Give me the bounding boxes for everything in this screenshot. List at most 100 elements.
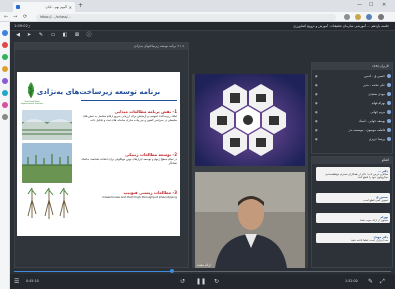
user-name: مریم جهانی	[370, 109, 385, 114]
reload-icon[interactable]: ⟳	[23, 13, 27, 21]
user-row[interactable]: ● حسین ق - ادمین	[315, 72, 391, 79]
sidebar-app-icon[interactable]	[2, 66, 8, 72]
presentation-header: 1 / 7 برنامه توسعه زیرساختهای به‌نژادی	[15, 43, 188, 50]
chat-pane: گفتگو دکتر ... سلام و عرض ادب؛ دکتر از ه…	[311, 156, 393, 268]
rewind-icon[interactable]: ↺	[180, 277, 185, 286]
mic-icon[interactable]: ●	[315, 137, 318, 141]
section-body: Greenhouse and field high-throughput phe…	[102, 195, 177, 199]
sidebar-app-icon[interactable]	[2, 30, 8, 36]
field-photo	[22, 143, 72, 183]
sidebar-app-icon[interactable]	[2, 54, 8, 60]
chat-text: صدا برقرار است لطفا ادامه دهید	[351, 237, 388, 242]
browser-sidebar	[0, 22, 10, 289]
camera-pane: ارائه دهنده	[192, 74, 308, 268]
user-name: مهدی سعیدی	[368, 91, 385, 96]
browser-tab[interactable]: آلبوم نهم - تابان ✕	[13, 2, 75, 12]
section-body: در تمام سطح ژنوم و توسعه ابزارهای نوین م…	[81, 157, 177, 165]
back-icon[interactable]: ←	[4, 13, 8, 21]
tab-title: آلبوم نهم - تابان	[45, 5, 67, 9]
chat-toggle-icon[interactable]: ☰	[14, 277, 19, 286]
avatar	[387, 136, 391, 141]
sidebar-app-icon[interactable]	[2, 90, 8, 96]
extension-icon[interactable]	[344, 14, 350, 20]
avatar	[387, 82, 391, 87]
tab-favicon-icon	[16, 5, 20, 9]
bookmark-icon[interactable]	[355, 14, 361, 20]
edit-icon[interactable]: ✎	[368, 277, 373, 286]
pointer-icon[interactable]: ➤	[25, 32, 33, 39]
chat-message: بهرام ممنون از ارائه خوب شما	[316, 213, 390, 224]
tab-close-icon[interactable]: ✕	[69, 5, 72, 10]
sidebar-app-icon[interactable]	[2, 78, 8, 84]
meeting-title: جلسه یازدهم ... آموزشی سازمان تحقیقات، آ…	[293, 24, 389, 28]
mic-icon[interactable]: ●	[315, 110, 318, 114]
maximize-button[interactable]: ☐	[369, 1, 373, 9]
url-field[interactable]: https://... /vclass/...	[36, 13, 336, 21]
mic-icon[interactable]: ●	[315, 74, 318, 78]
users-pane: کاربران (16) ● حسین ق - ادمین ● علی محمد -…	[311, 62, 393, 154]
fullscreen-icon[interactable]: ⤢	[380, 277, 385, 286]
forward-icon[interactable]: →	[13, 13, 17, 21]
user-row[interactable]: ● پریسا عزیزی	[315, 135, 391, 142]
seek-bar[interactable]	[14, 269, 391, 273]
chat-message: دکتر مهدی صدا برقرار است لطفا ادامه دهید	[316, 233, 390, 244]
url-text: https://... /vclass/...	[40, 15, 71, 19]
user-row[interactable]: ● مریم جهانی	[315, 108, 391, 115]
browser-addressbar: ← → ⟳ https://... /vclass/...	[0, 12, 395, 22]
chat-message: دکتر ... سلام و عرض ادب؛ دکتر از همکاران…	[316, 167, 390, 181]
seek-fill	[14, 270, 173, 272]
toolbar: ◀ ➤ ✎ ▭ ◧ ⊠ ⓘ	[10, 31, 170, 41]
user-row[interactable]: ● علی محمد - مدیر	[315, 81, 391, 88]
slide-divider	[81, 100, 177, 101]
forward-icon[interactable]: ↻	[214, 277, 219, 286]
layout-icon[interactable]: ◧	[61, 32, 69, 39]
avatar	[387, 73, 391, 78]
sidebar-app-icon[interactable]	[2, 42, 8, 48]
mic-icon[interactable]: ●	[315, 83, 318, 87]
slide-section: 1- نقش برنامه مطالعات میدانی ایجاد زیرسا…	[77, 109, 177, 122]
presenter-name: ارائه دهنده	[197, 263, 211, 267]
close-board-icon[interactable]: ⊠	[73, 32, 81, 39]
avatar	[387, 100, 391, 105]
mic-icon[interactable]: ●	[315, 128, 318, 132]
presenter-video: ارائه دهنده	[195, 172, 305, 268]
chat-text: ممنون از ارائه خوب شما	[360, 217, 388, 222]
user-name: علی محمد - مدیر	[363, 82, 385, 87]
chat-header: گفتگو	[312, 157, 392, 164]
profile-icon[interactable]	[366, 14, 372, 20]
mic-icon[interactable]: ●	[315, 92, 318, 96]
presentation-slide: Seed and Plant Improvement Institute برن…	[17, 72, 180, 236]
users-header: کاربران (16)	[312, 63, 392, 70]
chat-text: تصویر کمی قطع است	[363, 197, 388, 202]
info-icon[interactable]: ⓘ	[85, 32, 93, 39]
screen-icon[interactable]: ▭	[49, 32, 57, 39]
seek-handle[interactable]	[170, 269, 175, 273]
sidebar-app-icon[interactable]	[2, 102, 8, 108]
speaker-icon[interactable]: ◀	[14, 32, 22, 39]
close-window-button[interactable]: ✕	[382, 1, 386, 9]
user-name: حسین ق - ادمین	[364, 73, 385, 78]
pen-icon[interactable]: ✎	[37, 32, 45, 39]
user-row[interactable]: ● بهرام فهام	[315, 99, 391, 106]
mic-icon[interactable]: ●	[315, 119, 318, 123]
new-tab-button[interactable]: +	[78, 2, 83, 10]
user-row[interactable]: ● مهدی سعیدی	[315, 90, 391, 97]
logo-caption: Seed and Plant Improvement Institute	[20, 101, 44, 105]
chat-header-title: گفتگو	[381, 158, 389, 162]
user-row[interactable]: ● یوسف جوانی - استاد	[315, 117, 391, 124]
sidebar-app-icon[interactable]	[2, 114, 8, 120]
time-elapsed: 0:45:10	[26, 279, 39, 283]
slide-title: برنامه توسعه زیرساخت‌های به‌نژادی	[36, 88, 161, 96]
mic-icon[interactable]: ●	[315, 101, 318, 105]
slide-section: 3- مطالعات زیستی فنوتیپ Greenhouse and f…	[77, 190, 177, 200]
user-row[interactable]: ● فاطمه موسوی - موسسه بذر	[315, 126, 391, 133]
menu-icon[interactable]	[378, 14, 384, 20]
minimize-button[interactable]: —	[357, 1, 362, 9]
play-pause-icon[interactable]: ❚❚	[196, 277, 206, 286]
user-name: پریسا عزیزی	[368, 136, 385, 141]
meeting-app: 1:09:02 ♪ جلسه یازدهم ... آموزشی سازمان …	[10, 22, 395, 289]
browser-tabbar: آلبوم نهم - تابان ✕ + — ☐ ✕	[0, 0, 395, 12]
notification-icon[interactable]: ♪	[28, 23, 31, 30]
meeting-clock: 1:09:02	[14, 24, 28, 28]
slide-section: 2- توسعه مطالعات ژنتیکی در تمام سطح ژنوم…	[77, 152, 177, 165]
